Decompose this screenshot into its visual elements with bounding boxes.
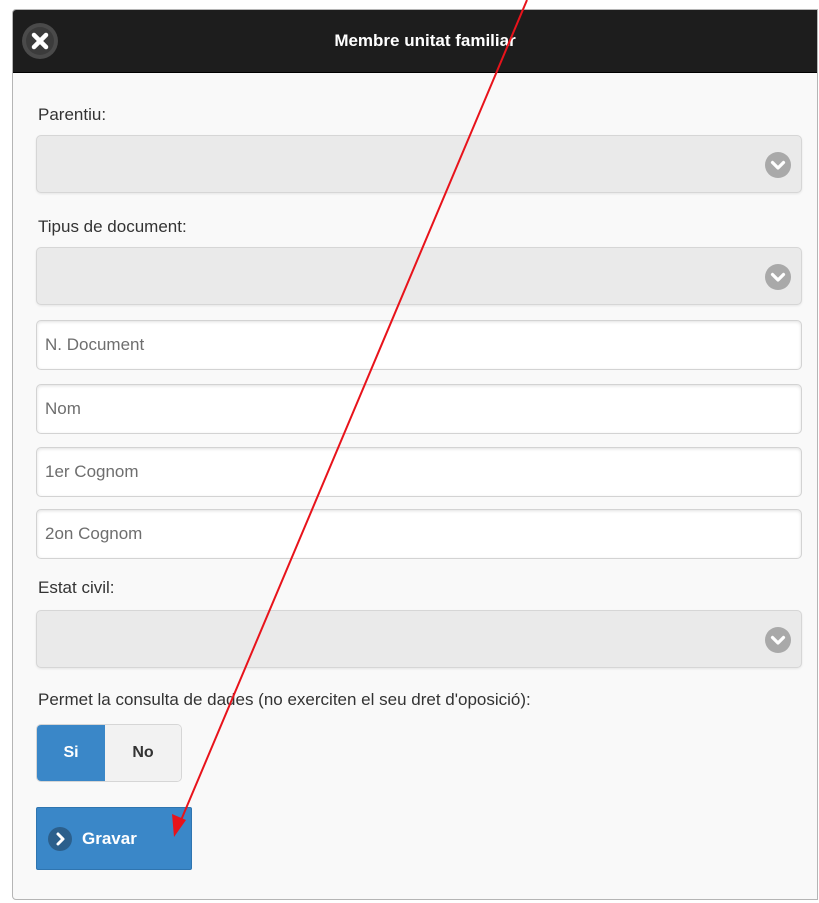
dialog-title: Membre unitat familiar [334,31,516,50]
consulta-toggle[interactable]: Si No [36,724,182,782]
chevron-right-icon [48,827,72,851]
save-button-label: Gravar [82,829,137,848]
chevron-down-icon [765,152,791,178]
num-document-input[interactable] [36,320,802,370]
parentiu-select[interactable] [36,135,802,193]
close-button[interactable] [22,23,58,59]
estat-civil-select[interactable] [36,610,802,668]
toggle-option-si[interactable]: Si [37,725,105,781]
estat-civil-label: Estat civil: [38,578,115,597]
cognom2-input[interactable] [36,509,802,559]
dialog-header: Membre unitat familiar [13,10,817,73]
chevron-down-icon [765,264,791,290]
chevron-down-icon [765,627,791,653]
dialog: Membre unitat familiar Parentiu: Tipus d… [12,9,818,900]
tipus-document-select[interactable] [36,247,802,305]
consulta-label: Permet la consulta de dades (no exercite… [38,690,531,709]
nom-input[interactable] [36,384,802,434]
close-icon [31,32,49,50]
tipus-document-label: Tipus de document: [38,217,187,236]
save-button[interactable]: Gravar [36,807,192,870]
parentiu-label: Parentiu: [38,105,107,124]
cognom1-input[interactable] [36,447,802,497]
toggle-option-no[interactable]: No [105,725,181,781]
